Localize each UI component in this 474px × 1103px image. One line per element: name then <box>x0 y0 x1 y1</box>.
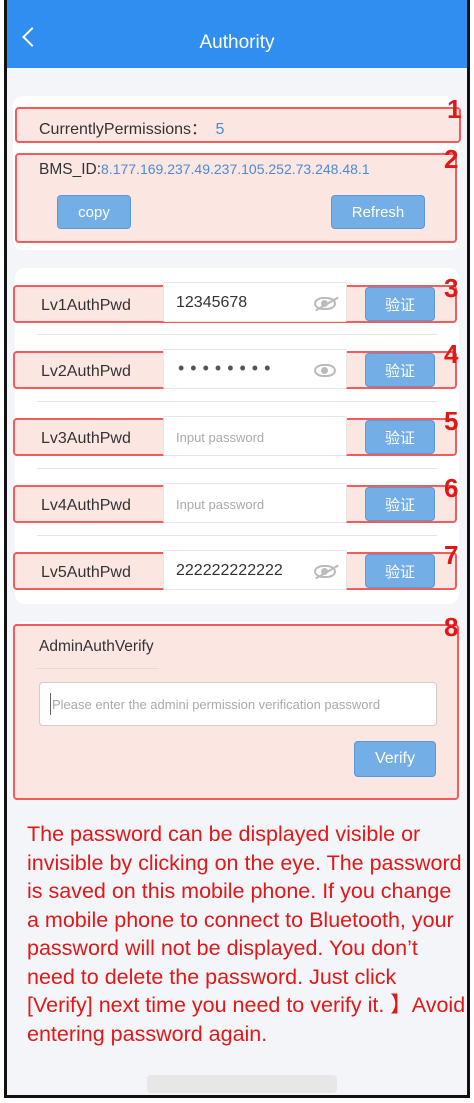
divider <box>37 535 437 536</box>
marker-3: 3 <box>444 273 459 303</box>
permissions-label-text: CurrentlyPermissions： <box>39 121 208 138</box>
divider <box>37 334 437 335</box>
marker-6: 6 <box>444 473 459 503</box>
lv3-verify-button[interactable]: 验证 <box>365 420 435 454</box>
home-indicator <box>147 1075 337 1093</box>
lv2-verify-button[interactable]: 验证 <box>365 353 435 387</box>
admin-password-input[interactable]: Please enter the admini permission verif… <box>39 682 437 726</box>
lv4-verify-button[interactable]: 验证 <box>365 487 435 521</box>
marker-7: 7 <box>444 540 459 570</box>
permissions-value: 5 <box>215 121 225 138</box>
header-bar: Authority <box>7 0 467 68</box>
text-cursor <box>50 693 51 715</box>
bms-id-value: 8.177.169.237.49.237.105.252.73.248.48.1 <box>101 161 370 177</box>
copy-button[interactable]: copy <box>57 195 131 229</box>
lv1-label: Lv1AuthPwd <box>41 297 131 314</box>
bms-id-row: BMS_ID:8.177.169.237.49.237.105.252.73.2… <box>39 161 370 179</box>
bms-id-label: BMS_ID: <box>39 161 102 178</box>
lv2-password-masked: •••••••• <box>178 358 277 378</box>
admin-password-placeholder: Please enter the admini permission verif… <box>52 697 381 712</box>
lv3-password-placeholder: Input password <box>176 430 265 445</box>
divider <box>37 468 437 469</box>
lv5-label: Lv5AuthPwd <box>41 564 131 581</box>
instruction-note: The password can be displayed visible or… <box>27 822 466 1046</box>
divider <box>37 668 159 669</box>
lv3-password-field[interactable]: Input password <box>163 416 347 456</box>
marker-1: 1 <box>447 94 462 124</box>
lv2-password-field[interactable]: •••••••• <box>163 349 347 389</box>
divider <box>37 401 437 402</box>
lv1-password-value: 12345678 <box>176 294 248 311</box>
lv4-password-field[interactable]: Input password <box>163 483 347 523</box>
app-frame: Authority CurrentlyPermissions： 5 1 BMS_… <box>4 0 470 1098</box>
eye-off-icon[interactable] <box>314 565 336 578</box>
lv1-verify-button[interactable]: 验证 <box>365 287 435 321</box>
permissions-label: CurrentlyPermissions： 5 <box>39 115 224 139</box>
lv5-verify-button[interactable]: 验证 <box>365 554 435 588</box>
lv1-password-field[interactable]: 12345678 <box>163 282 347 322</box>
marker-5: 5 <box>444 406 459 436</box>
lv5-password-field[interactable]: 222222222222 <box>163 550 347 590</box>
page-title: Authority <box>199 32 275 53</box>
eye-off-icon[interactable] <box>314 297 336 310</box>
verify-button[interactable]: Verify <box>354 741 436 777</box>
lv4-password-placeholder: Input password <box>176 497 265 512</box>
marker-8: 8 <box>444 612 459 642</box>
lv5-password-value: 222222222222 <box>176 562 283 579</box>
marker-2: 2 <box>444 144 459 174</box>
admin-title: AdminAuthVerify <box>39 638 154 655</box>
refresh-button[interactable]: Refresh <box>331 195 425 229</box>
lv2-label: Lv2AuthPwd <box>41 363 131 380</box>
lv3-label: Lv3AuthPwd <box>41 430 131 447</box>
lv4-label: Lv4AuthPwd <box>41 497 131 514</box>
marker-4: 4 <box>444 339 459 369</box>
eye-icon[interactable] <box>314 364 336 377</box>
